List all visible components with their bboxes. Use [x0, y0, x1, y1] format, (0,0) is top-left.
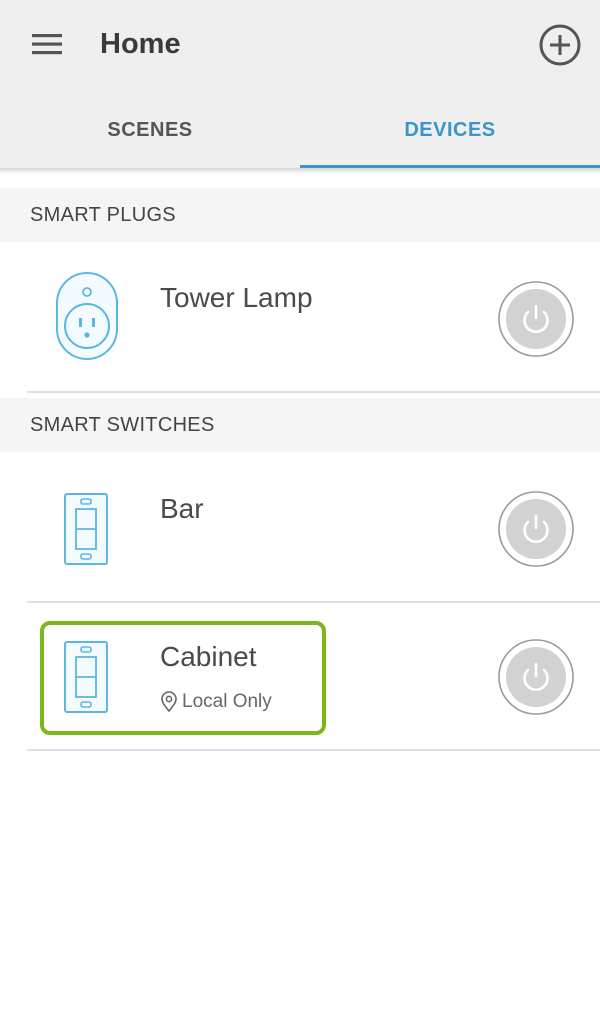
section-header-smart-switches: SMART SWITCHES: [0, 398, 600, 452]
row-divider: [27, 391, 600, 393]
light-switch-icon: [64, 493, 108, 565]
page-title: Home: [100, 28, 181, 60]
location-pin-icon: [161, 691, 177, 713]
device-name: Cabinet: [160, 641, 257, 672]
device-status: Local Only: [160, 691, 272, 713]
tab-devices[interactable]: DEVICES: [300, 92, 600, 168]
section-header-smart-plugs: SMART PLUGS: [0, 188, 600, 242]
power-icon: [498, 281, 574, 357]
power-icon: [498, 491, 574, 567]
section-title: SMART PLUGS: [30, 204, 176, 226]
device-row-bar[interactable]: Bar: [0, 455, 600, 603]
device-name: Tower Lamp: [160, 282, 313, 313]
device-row-cabinet[interactable]: Cabinet Local Only: [0, 603, 600, 751]
smart-plug-icon: [56, 272, 118, 360]
row-divider: [27, 749, 600, 751]
hamburger-icon: [32, 34, 62, 55]
menu-button[interactable]: [24, 24, 68, 64]
app-bar: Home SCENES DEVICES: [0, 0, 600, 168]
add-device-button[interactable]: [536, 21, 584, 69]
app-bar-shadow: [0, 168, 600, 174]
device-status-text: Local Only: [182, 691, 272, 712]
tab-scenes[interactable]: SCENES: [0, 92, 300, 168]
light-switch-icon: [64, 641, 108, 713]
power-toggle-button[interactable]: [497, 280, 575, 358]
power-toggle-button[interactable]: [497, 638, 575, 716]
device-name: Bar: [160, 493, 204, 524]
device-row-tower-lamp[interactable]: Tower Lamp: [0, 244, 600, 392]
power-toggle-button[interactable]: [497, 490, 575, 568]
power-icon: [498, 639, 574, 715]
section-title: SMART SWITCHES: [30, 414, 215, 436]
add-circle-icon: [539, 24, 581, 66]
